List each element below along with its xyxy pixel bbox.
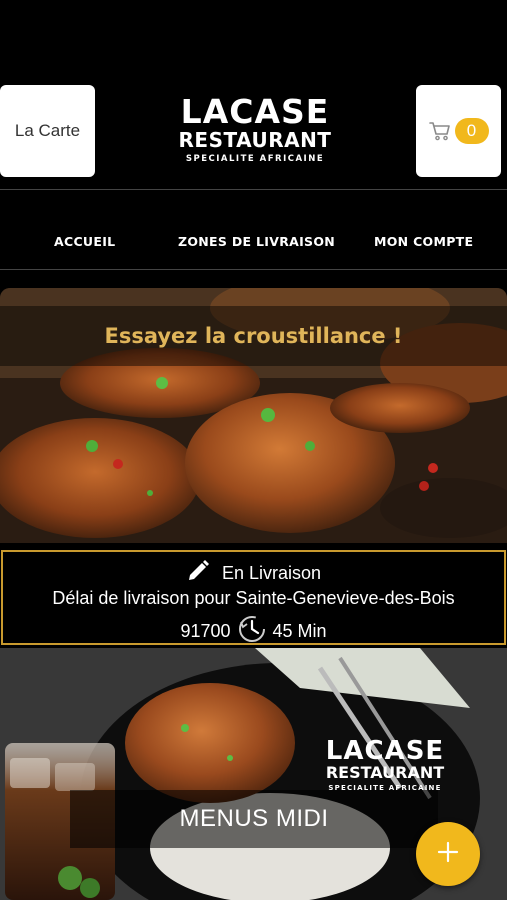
menu-logo-line-2: RESTAURANT: [325, 763, 445, 782]
menu-label-bar: MENUS MIDI: [70, 790, 438, 848]
menu-card-logo: LACASE RESTAURANT SPECIALITE AFRICAINE: [305, 738, 465, 792]
delivery-mode-label: En Livraison: [221, 563, 322, 583]
nav-item-accueil[interactable]: ACCUEIL: [54, 234, 115, 249]
logo-line-1: LACASE: [180, 92, 330, 131]
pencil-icon[interactable]: [186, 559, 210, 588]
la-carte-button[interactable]: La Carte: [0, 85, 95, 177]
cart-button[interactable]: 0: [416, 85, 501, 177]
nav-divider: [0, 269, 507, 270]
menu-category-label: MENUS MIDI: [179, 805, 329, 832]
add-floating-button[interactable]: [416, 822, 480, 886]
plus-icon: [437, 841, 459, 868]
delivery-time-row: 91700 45 Min: [3, 614, 504, 649]
logo-line-3: SPECIALITE AFRICAINE: [185, 154, 325, 164]
hero-banner[interactable]: Essayez la croustillance !: [0, 288, 507, 543]
delivery-mode-row: En Livraison: [3, 559, 504, 588]
logo-line-2: RESTAURANT: [178, 128, 332, 152]
header: La Carte LACASE RESTAURANT SPECIALITE AF…: [0, 0, 507, 190]
clock-icon: [237, 614, 267, 649]
postal-code: 91700: [180, 621, 231, 641]
la-carte-label: La Carte: [14, 121, 81, 140]
delivery-delay-text: Délai de livraison pour Sainte-Genevieve…: [52, 588, 455, 608]
hero-title-bar: Essayez la croustillance !: [0, 306, 507, 366]
delivery-duration: 45 Min: [272, 621, 327, 641]
menu-logo-line-1: LACASE: [325, 736, 445, 766]
cart-count-badge: 0: [454, 118, 489, 144]
main-nav: ACCUEIL ZONES DE LIVRAISON MON COMPTE: [0, 190, 507, 270]
nav-item-zones-de-livraison[interactable]: ZONES DE LIVRAISON: [178, 234, 335, 249]
nav-item-mon-compte[interactable]: MON COMPTE: [374, 234, 473, 249]
delivery-info-box[interactable]: En Livraison Délai de livraison pour Sai…: [1, 550, 506, 645]
cart-icon: [428, 121, 451, 141]
restaurant-logo: LACASE RESTAURANT SPECIALITE AFRICAINE: [150, 92, 360, 165]
hero-title: Essayez la croustillance !: [104, 324, 403, 348]
